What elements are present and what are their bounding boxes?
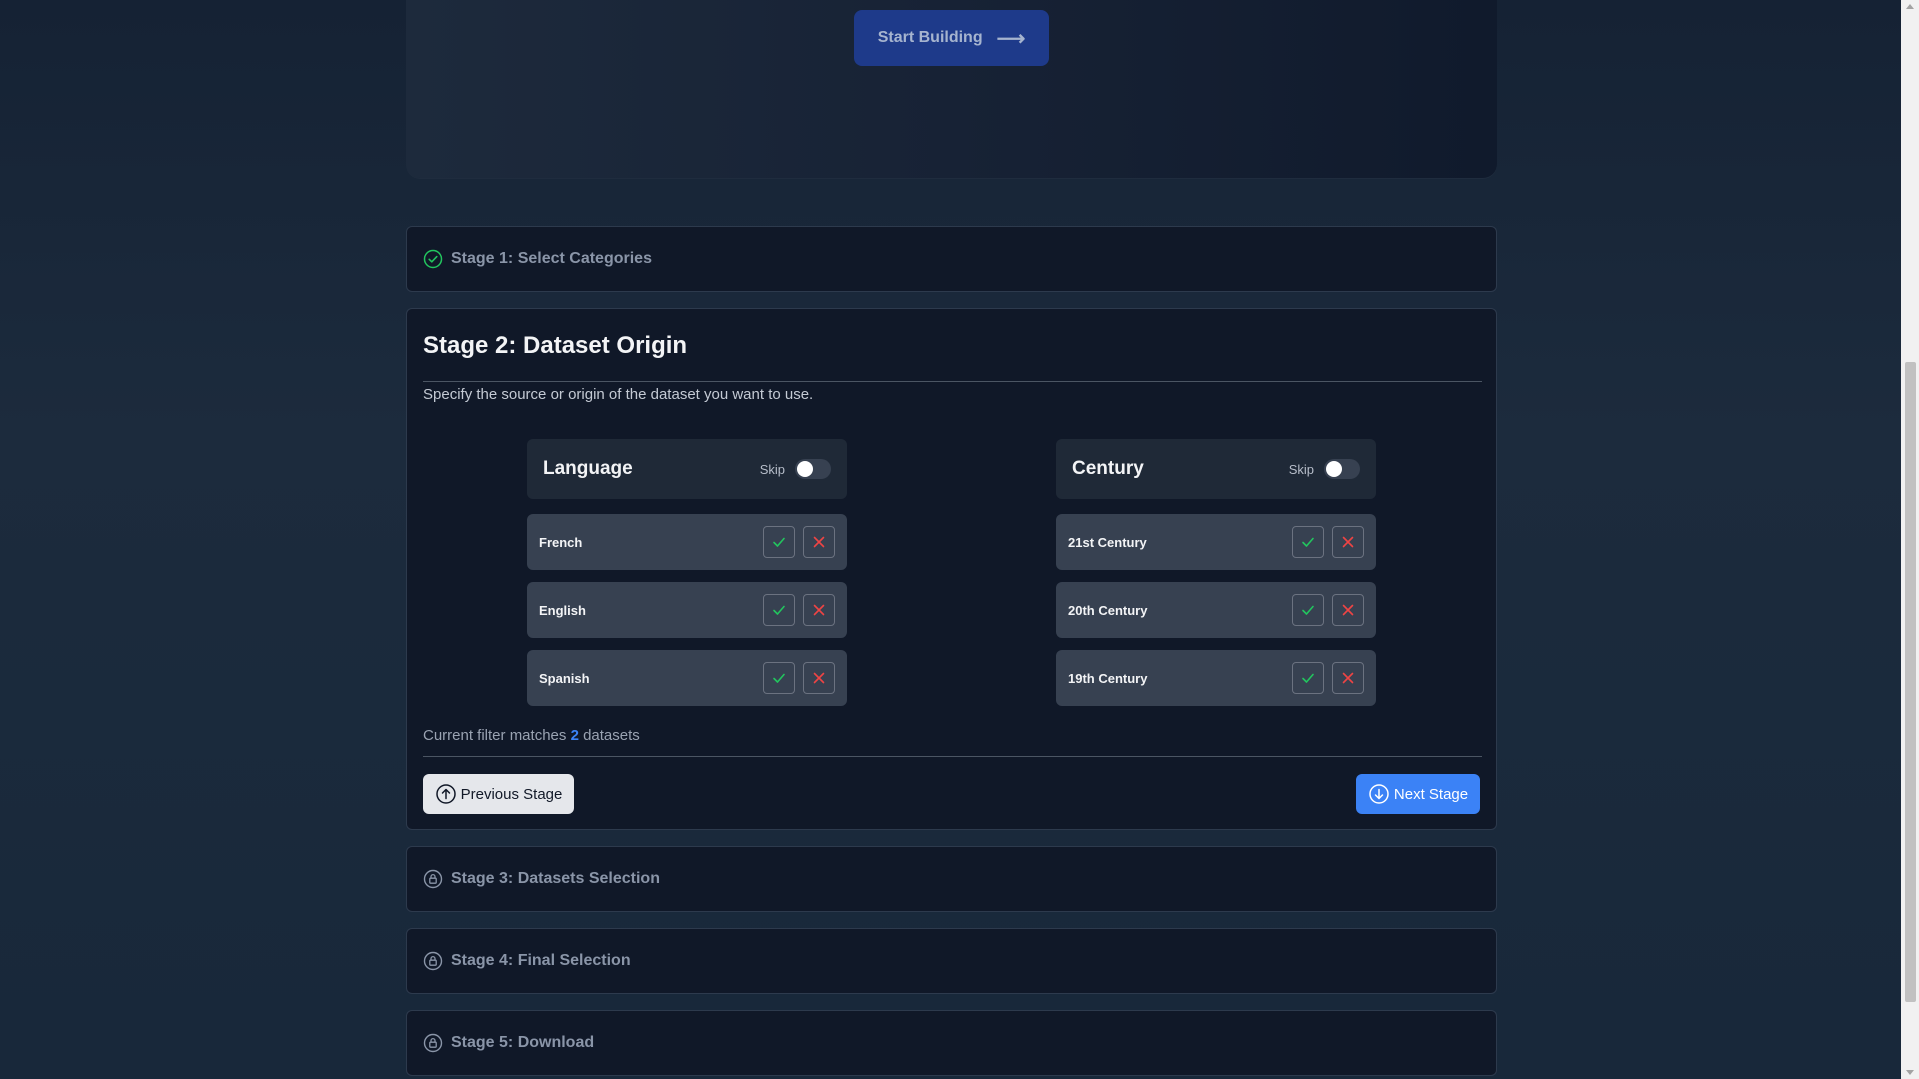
exclude-button[interactable] xyxy=(1332,594,1364,626)
filter-match-status: Current filter matches 2 datasets xyxy=(423,727,640,744)
stage-2-title: Stage 2: Dataset Origin xyxy=(423,332,688,359)
option-row: 21st Century xyxy=(1056,514,1376,570)
check-icon xyxy=(773,673,785,683)
arrow-down-circle-icon xyxy=(1369,784,1389,804)
toggle-knob xyxy=(797,461,813,477)
next-stage-button[interactable]: Next Stage xyxy=(1356,774,1480,814)
stage-1-header[interactable]: Stage 1: Select Categories xyxy=(406,226,1497,292)
lock-icon xyxy=(423,951,443,971)
stage-5-label: Stage 5: Download xyxy=(451,1034,595,1051)
close-icon xyxy=(1342,536,1354,548)
check-icon xyxy=(773,605,785,615)
check-icon xyxy=(1302,605,1314,615)
title-divider xyxy=(423,381,1482,382)
option-label: French xyxy=(539,534,583,550)
include-button[interactable] xyxy=(763,662,795,694)
toggle-knob xyxy=(1326,461,1342,477)
exclude-button[interactable] xyxy=(803,594,835,626)
close-icon xyxy=(1342,604,1354,616)
close-icon xyxy=(813,604,825,616)
option-row: French xyxy=(527,514,847,570)
status-suffix: datasets xyxy=(583,727,640,744)
exclude-button[interactable] xyxy=(803,526,835,558)
skip-control: Skip xyxy=(760,459,831,479)
include-button[interactable] xyxy=(1292,526,1324,558)
option-label: English xyxy=(539,602,586,618)
stage-1-label: Stage 1: Select Categories xyxy=(451,250,652,267)
skip-label: Skip xyxy=(1288,461,1314,477)
match-count: 2 xyxy=(570,727,579,744)
close-icon xyxy=(813,672,825,684)
filter-title: Language xyxy=(543,458,633,479)
option-label: Spanish xyxy=(539,670,590,686)
status-prefix: Current filter matches xyxy=(423,727,567,744)
skip-label: Skip xyxy=(759,461,785,477)
footer-divider xyxy=(423,756,1482,757)
option-row: 19th Century xyxy=(1056,650,1376,706)
option-label: 21st Century xyxy=(1068,534,1147,550)
scroll-down-icon[interactable] xyxy=(1906,1070,1914,1075)
skip-toggle[interactable] xyxy=(1324,459,1360,479)
scrollbar-thumb[interactable] xyxy=(1905,362,1916,1002)
start-building-label: Start Building xyxy=(877,29,983,46)
check-icon xyxy=(1302,673,1314,683)
include-button[interactable] xyxy=(763,526,795,558)
check-icon xyxy=(1302,537,1314,547)
option-label: 20th Century xyxy=(1068,602,1148,618)
check-circle-icon xyxy=(423,249,443,269)
stage-4-label: Stage 4: Final Selection xyxy=(451,952,631,969)
stage-2-panel: Stage 2: Dataset Origin Specify the sour… xyxy=(406,308,1497,830)
include-button[interactable] xyxy=(763,594,795,626)
option-row: English xyxy=(527,582,847,638)
filter-header: Century Skip xyxy=(1056,439,1376,499)
lock-icon xyxy=(423,869,443,889)
check-icon xyxy=(773,537,785,547)
filter-century: Century Skip 21st Century 20th Century 1… xyxy=(1056,439,1376,706)
stage-5-header[interactable]: Stage 5: Download xyxy=(406,1010,1497,1076)
exclude-button[interactable] xyxy=(1332,526,1364,558)
arrow-up-circle-icon xyxy=(435,784,456,804)
stage-2-description: Specify the source or origin of the data… xyxy=(423,386,814,403)
arrow-right-icon: ⟶ xyxy=(996,27,1026,50)
exclude-button[interactable] xyxy=(1332,662,1364,694)
filter-title: Century xyxy=(1072,458,1144,479)
close-icon xyxy=(813,536,825,548)
filter-language: Language Skip French English Spanish xyxy=(527,439,847,706)
stage-3-label: Stage 3: Datasets Selection xyxy=(451,870,660,887)
include-button[interactable] xyxy=(1292,594,1324,626)
lock-icon xyxy=(423,1033,443,1053)
scroll-up-icon[interactable] xyxy=(1906,4,1914,9)
skip-toggle[interactable] xyxy=(795,459,831,479)
next-stage-label: Next Stage xyxy=(1393,785,1469,803)
previous-stage-button[interactable]: Previous Stage xyxy=(423,774,574,814)
previous-stage-label: Previous Stage xyxy=(460,785,563,803)
option-row: 20th Century xyxy=(1056,582,1376,638)
page: Start Building ⟶ Stage 1: Select Categor… xyxy=(0,0,1901,1079)
option-row: Spanish xyxy=(527,650,847,706)
stage-3-header[interactable]: Stage 3: Datasets Selection xyxy=(406,846,1497,912)
option-label: 19th Century xyxy=(1068,670,1148,686)
exclude-button[interactable] xyxy=(803,662,835,694)
filter-header: Language Skip xyxy=(527,439,847,499)
stage-4-header[interactable]: Stage 4: Final Selection xyxy=(406,928,1497,994)
skip-control: Skip xyxy=(1289,459,1360,479)
vertical-scrollbar[interactable] xyxy=(1901,0,1919,1079)
close-icon xyxy=(1342,672,1354,684)
start-building-button[interactable]: Start Building ⟶ xyxy=(854,10,1049,66)
include-button[interactable] xyxy=(1292,662,1324,694)
